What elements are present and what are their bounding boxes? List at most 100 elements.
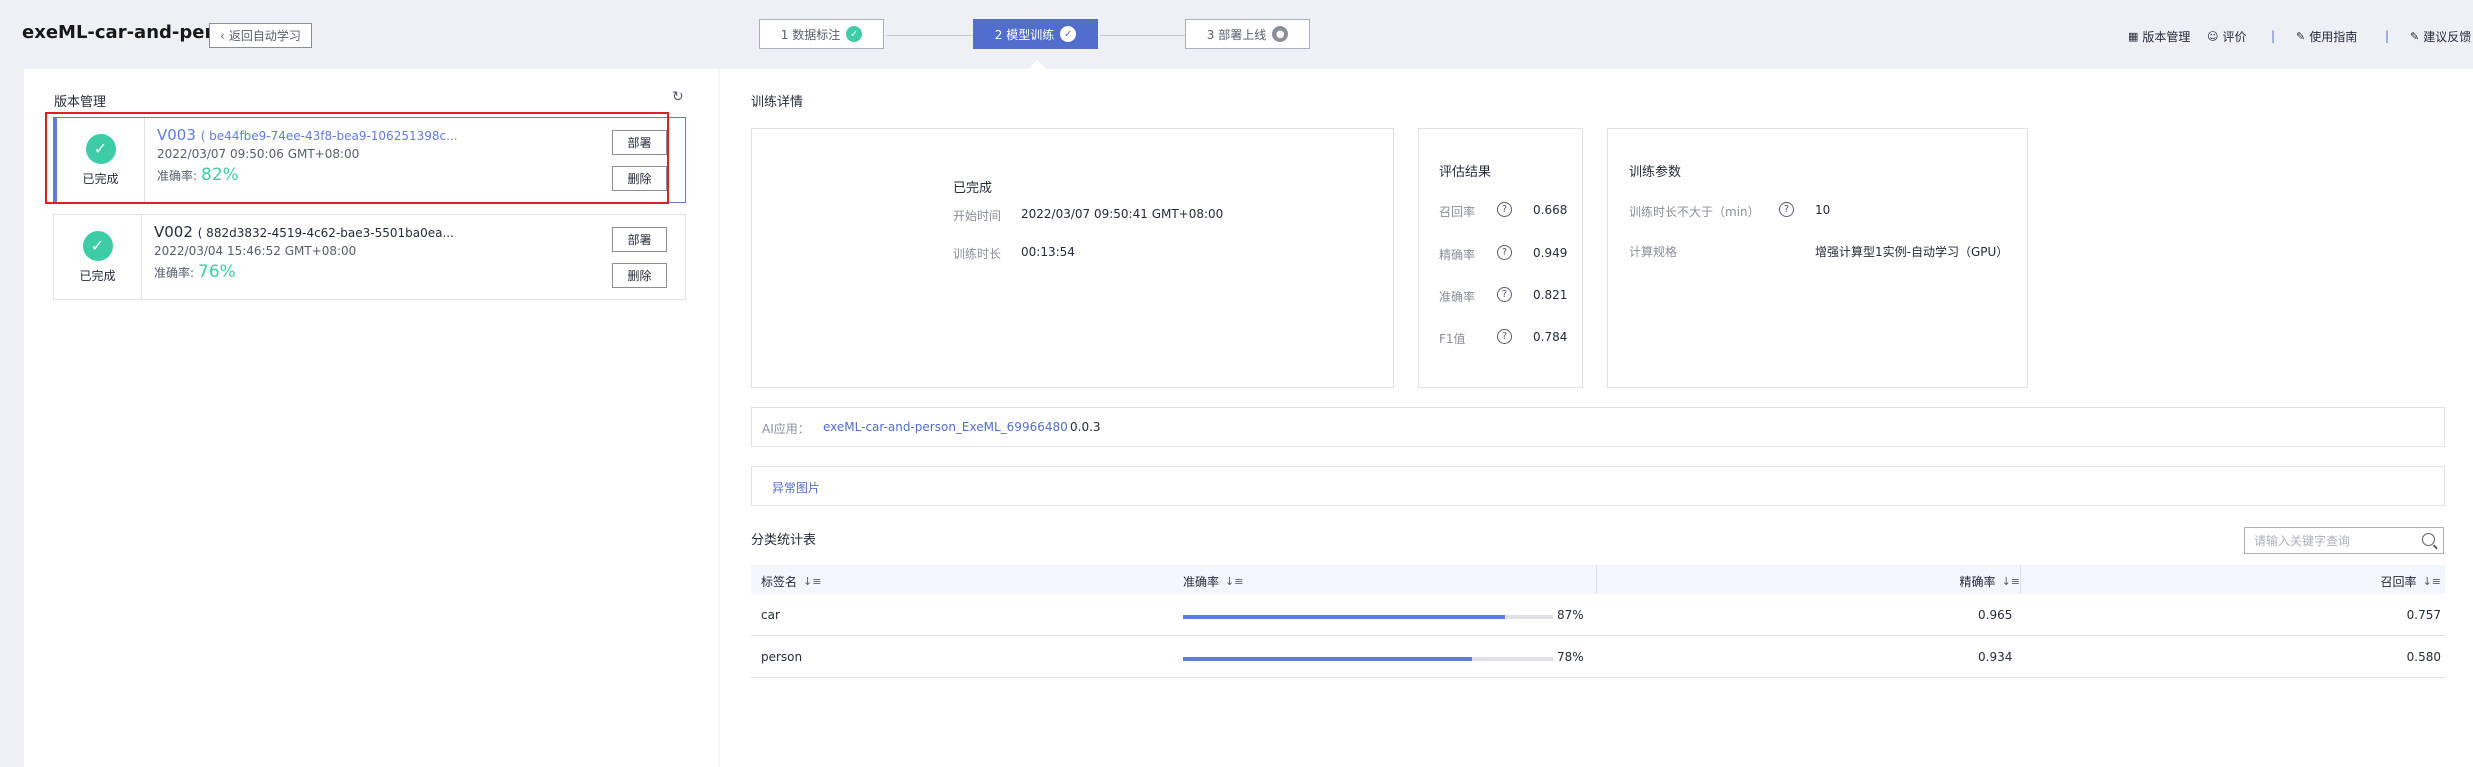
search-icon[interactable] [2422, 533, 2435, 546]
link-label: 评价 [2222, 30, 2247, 44]
column-header-accuracy[interactable]: 准确率 ↓≡ [1183, 573, 1243, 590]
edit-icon: ✎ [2296, 30, 2306, 43]
version-name[interactable]: V002 ( 882d3832-4519-4c62-bae3-5501ba0ea… [154, 223, 685, 241]
help-icon[interactable]: ? [1497, 329, 1512, 344]
precision-cell: 0.934 [1978, 650, 2013, 664]
highlight-box [45, 112, 669, 204]
table-row: car 87% 0.965 0.757 [751, 594, 2445, 636]
step-connector [886, 35, 973, 36]
training-status: 已完成 [953, 181, 993, 196]
params-title: 训练参数 [1629, 165, 1682, 180]
column-header-precision[interactable]: 精确率 ↓≡ [1960, 573, 2020, 590]
active-step-pointer [1028, 60, 1046, 69]
step-label: 1 数据标注 [780, 27, 841, 42]
stats-search-input[interactable]: 请输入关键字查询 [2244, 527, 2444, 554]
evaluation-title: 评估结果 [1439, 165, 1492, 180]
accuracy-value: 76% [198, 262, 236, 282]
link-label: 版本管理 [2142, 30, 2191, 44]
training-detail-title: 训练详情 [751, 95, 804, 110]
header-separator: | [2385, 29, 2390, 43]
back-button-label: 返回自动学习 [228, 29, 301, 43]
stats-title: 分类统计表 [751, 533, 817, 548]
compute-spec-label: 计算规格 [1629, 245, 1678, 259]
help-icon[interactable]: ? [1497, 245, 1512, 260]
version-management-link[interactable]: ▦ 版本管理 [2128, 28, 2190, 45]
ai-app-version: 0.0.3 [1070, 420, 1101, 434]
feedback-icon: ✎ [2410, 30, 2420, 43]
back-to-automl-button[interactable]: ‹ 返回自动学习 [209, 23, 312, 48]
f1-label: F1值 [1439, 332, 1466, 346]
sort-icon[interactable]: ↓≡ [1225, 575, 1243, 588]
step-label: 2 模型训练 [994, 27, 1055, 42]
recall-value: 0.668 [1533, 203, 1568, 217]
refresh-icon[interactable]: ↻ [672, 89, 684, 105]
stats-table-header: 标签名 ↓≡ 准确率 ↓≡ 精确率 ↓≡ 召回率 ↓≡ [751, 565, 2445, 594]
step-deploy[interactable]: 3 部署上线 ● [1185, 19, 1310, 49]
column-label: 精确率 [1959, 575, 1996, 589]
version-accuracy: 准确率: 76% [154, 262, 685, 282]
time-limit-value: 10 [1815, 203, 1831, 217]
start-time-label: 开始时间 [953, 209, 1002, 223]
feedback-link[interactable]: ✎ 建议反馈 [2410, 28, 2471, 45]
help-icon[interactable]: ? [1497, 287, 1512, 302]
version-info: V002 ( 882d3832-4519-4c62-bae3-5501ba0ea… [142, 215, 685, 299]
version-date: 2022/03/04 15:46:52 GMT+08:00 [154, 244, 357, 258]
version-id: ( 882d3832-4519-4c62-bae3-5501ba0ea... [197, 226, 454, 240]
version-panel-title: 版本管理 [54, 95, 107, 110]
column-divider [1596, 565, 1597, 594]
deploy-button[interactable]: 部署 [612, 227, 667, 252]
label-cell: person [761, 650, 803, 664]
sort-icon[interactable]: ↓≡ [803, 575, 821, 588]
ai-app-link[interactable]: exeML-car-and-person_ExeML_69966480 [823, 420, 1068, 434]
version-label: V002 [154, 223, 193, 241]
status-label: 已完成 [79, 268, 116, 283]
recall-cell: 0.757 [2406, 608, 2441, 622]
compute-spec-value: 增强计算型1实例-自动学习（GPU） [1815, 245, 2009, 259]
smile-icon: ☺ [2207, 30, 2219, 43]
time-limit-label: 训练时长不大于（min） [1629, 205, 1760, 219]
step-data-labeling[interactable]: 1 数据标注 ✓ [759, 19, 884, 49]
check-circle-icon: ✓ [82, 230, 113, 261]
column-header-label[interactable]: 标签名 ↓≡ [761, 573, 821, 590]
column-header-recall[interactable]: 召回率 ↓≡ [2381, 573, 2441, 590]
version-status: ✓ 已完成 [54, 215, 142, 299]
accuracy-bar-fill [1183, 657, 1472, 661]
duration-value: 00:13:54 [1021, 245, 1075, 259]
recall-cell: 0.580 [2406, 650, 2441, 664]
help-icon[interactable]: ? [1779, 202, 1794, 217]
rating-link[interactable]: ☺ 评价 [2207, 28, 2246, 45]
accuracy-cell: 87% [1557, 608, 1584, 622]
version-card-v002[interactable]: ✓ 已完成 V002 ( 882d3832-4519-4c62-bae3-550… [53, 214, 686, 300]
precision-cell: 0.965 [1978, 608, 2013, 622]
step-model-training[interactable]: 2 模型训练 ✓ [973, 19, 1098, 49]
sort-icon[interactable]: ↓≡ [2002, 575, 2020, 588]
accuracy-value: 0.821 [1533, 288, 1568, 302]
guide-link[interactable]: ✎ 使用指南 [2296, 28, 2357, 45]
training-detail-box: 已完成 开始时间 2022/03/07 09:50:41 GMT+08:00 训… [751, 128, 1394, 388]
abnormal-images-bar: 异常图片 [751, 466, 2445, 506]
check-icon: ✓ [1060, 26, 1077, 42]
accuracy-label: 准确率: [154, 266, 195, 280]
table-row: person 78% 0.934 0.580 [751, 636, 2445, 678]
accuracy-label: 准确率 [1439, 290, 1476, 304]
column-label: 准确率 [1183, 575, 1220, 589]
f1-value: 0.784 [1533, 330, 1568, 344]
evaluation-box: 评估结果 召回率 ? 0.668 精确率 ? 0.949 准确率 ? 0.821… [1418, 128, 1583, 388]
recall-label: 召回率 [1439, 205, 1476, 219]
link-label: 使用指南 [2309, 30, 2358, 44]
abnormal-images-link[interactable]: 异常图片 [772, 479, 820, 496]
ai-app-bar: AI应用： exeML-car-and-person_ExeML_6996648… [751, 407, 2445, 447]
precision-value: 0.949 [1533, 246, 1568, 260]
grid-icon: ▦ [2128, 30, 2139, 43]
help-icon[interactable]: ? [1497, 202, 1512, 217]
delete-button[interactable]: 删除 [612, 263, 667, 288]
column-divider [2020, 565, 2021, 594]
precision-label: 精确率 [1439, 248, 1476, 262]
sort-icon[interactable]: ↓≡ [2423, 575, 2441, 588]
column-label: 召回率 [2380, 575, 2417, 589]
accuracy-bar-fill [1183, 615, 1505, 619]
link-label: 建议反馈 [2423, 30, 2472, 44]
start-time-value: 2022/03/07 09:50:41 GMT+08:00 [1021, 207, 1224, 221]
duration-label: 训练时长 [953, 247, 1002, 261]
pending-icon: ● [1272, 26, 1289, 42]
